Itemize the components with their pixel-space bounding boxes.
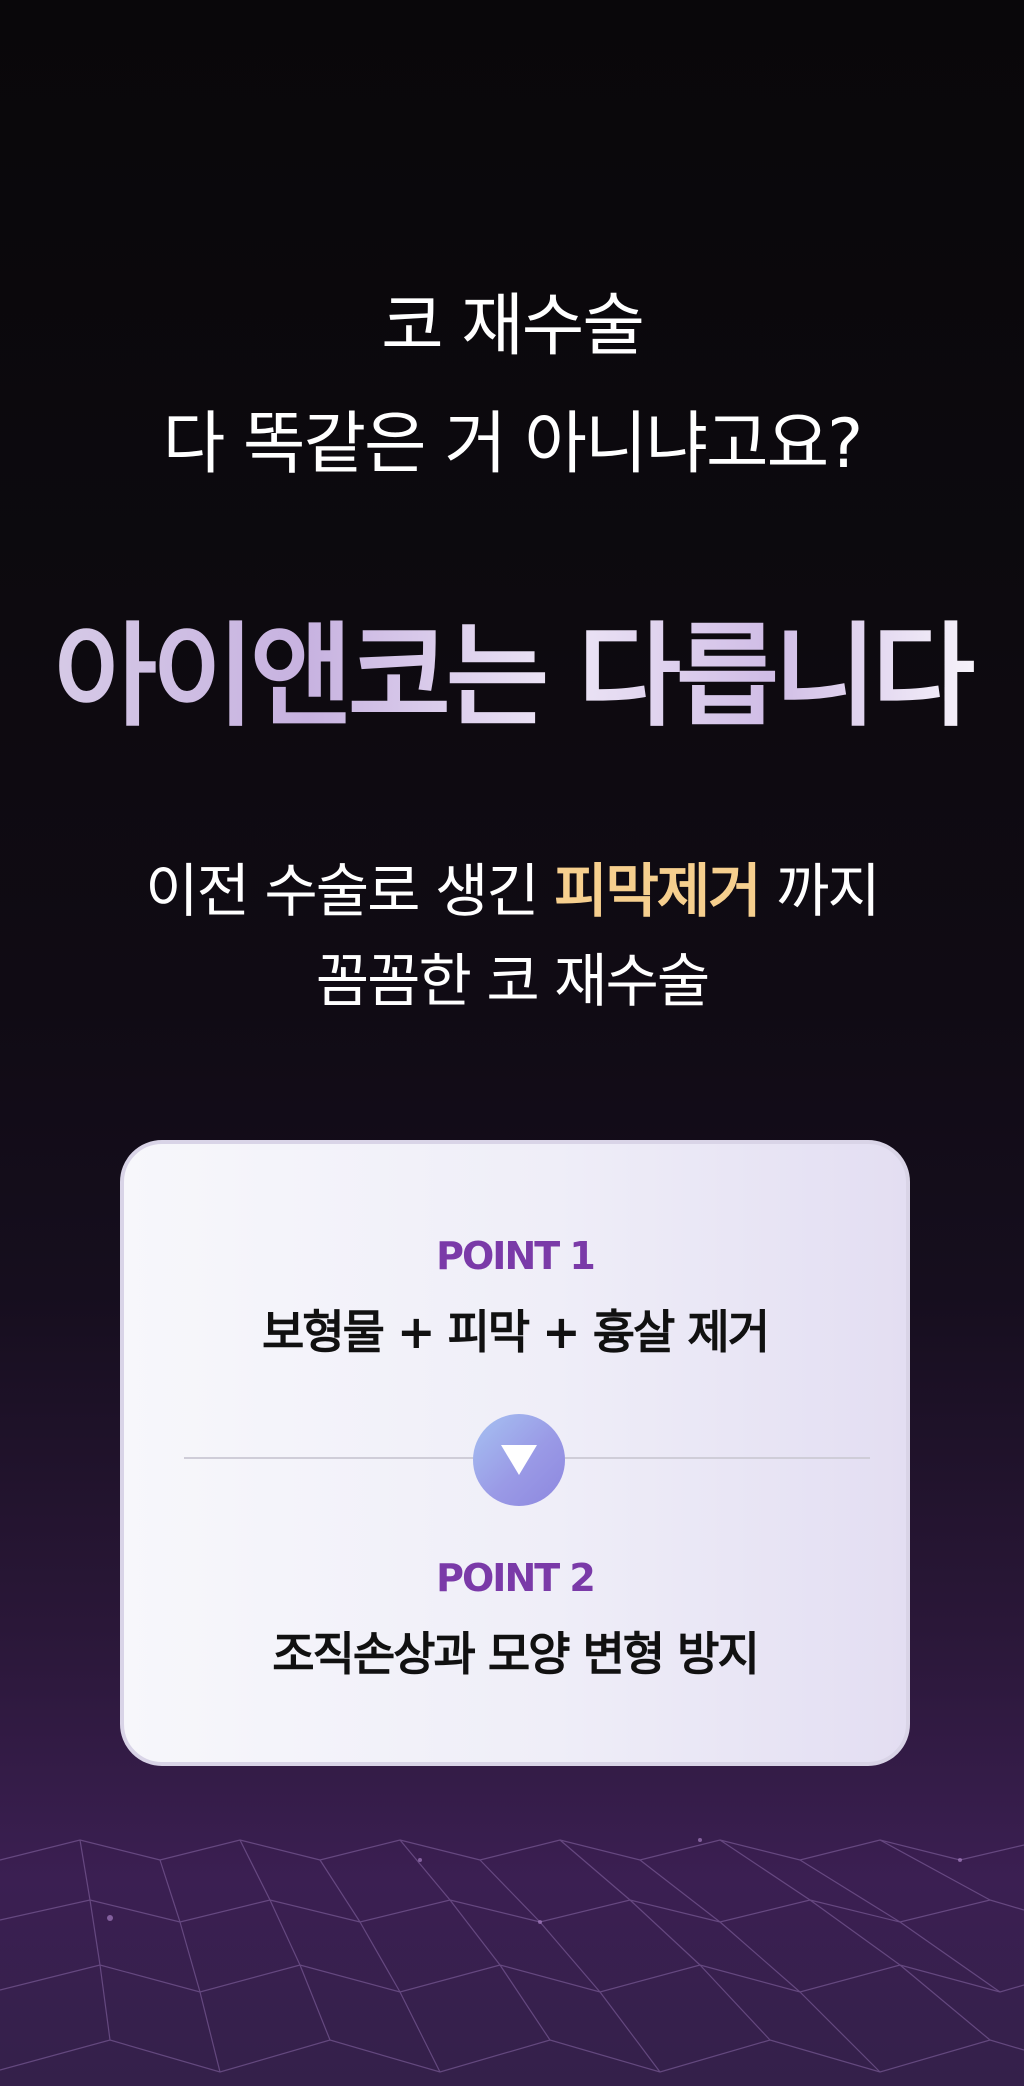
point-2-label: POINT 2 — [436, 1556, 596, 1600]
sub-line-1-pre: 이전 수술로 생긴 — [145, 857, 555, 925]
triangle-down-icon — [501, 1445, 537, 1475]
subheadline: 이전 수술로 생긴 피막제거 까지 꼼꼼한 코 재수술 — [0, 846, 1024, 1026]
points-card: POINT 1 보형물 + 피막 + 흉살 제거 POINT 2 조직손상과 모… — [120, 1140, 910, 1766]
point-2-text: 조직손상과 모양 변형 방지 — [272, 1627, 760, 1681]
intro-line-1: 코 재수술 — [381, 287, 645, 366]
sub-line-2: 꼼꼼한 코 재수술 — [315, 947, 710, 1015]
headline: 아이앤코는 다릅니다 — [0, 612, 1024, 742]
intro-line-2: 다 똑같은 거 아니냐고요? — [162, 405, 864, 484]
intro-question: 코 재수술 다 똑같은 거 아니냐고요? — [0, 268, 1024, 504]
sub-line-1-post: 까지 — [759, 857, 881, 925]
point-1-label: POINT 1 — [436, 1234, 596, 1278]
arrow-circle — [473, 1414, 565, 1506]
sub-line-1: 이전 수술로 생긴 피막제거 까지 — [0, 846, 1024, 936]
sub-highlight: 피막제거 — [554, 857, 761, 925]
point-1-text: 보형물 + 피막 + 흉살 제거 — [261, 1305, 770, 1359]
